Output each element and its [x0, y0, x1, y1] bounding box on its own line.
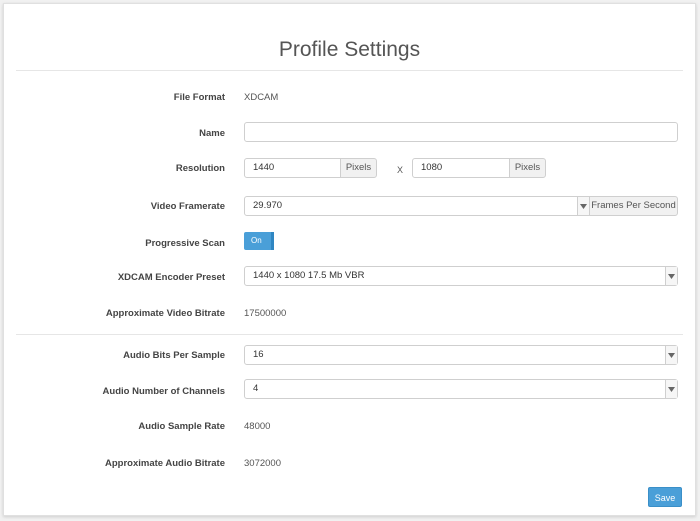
toggle-knob	[271, 232, 274, 250]
audio-channels-label: Audio Number of Channels	[102, 386, 225, 397]
save-button[interactable]: Save	[648, 487, 682, 507]
audio-bits-select[interactable]: 16	[244, 345, 678, 365]
file-format-label: File Format	[173, 92, 225, 103]
video-framerate-label: Video Framerate	[150, 201, 225, 212]
encoder-preset-select[interactable]: 1440 x 1080 17.5 Mb VBR	[244, 266, 678, 286]
name-input[interactable]	[244, 122, 678, 142]
title-divider	[16, 70, 683, 71]
name-label: Name	[199, 128, 225, 139]
audio-bitrate-value: 3072000	[244, 458, 281, 469]
profile-settings-panel: Profile Settings File Format XDCAM Name …	[3, 3, 696, 516]
audio-channels-value: 4	[253, 383, 259, 394]
audio-sample-rate-label: Audio Sample Rate	[138, 421, 225, 432]
chevron-down-icon	[665, 346, 677, 364]
resolution-width-input[interactable]: 1440	[244, 158, 341, 178]
video-framerate-value: 29.970	[253, 200, 283, 211]
video-bitrate-value: 17500000	[244, 308, 287, 319]
audio-bits-label: Audio Bits Per Sample	[123, 350, 225, 361]
progressive-scan-toggle[interactable]: On	[244, 232, 274, 250]
chevron-down-icon	[665, 267, 677, 285]
audio-sample-rate-value: 48000	[244, 421, 271, 432]
toggle-state: On	[251, 236, 262, 245]
chevron-down-icon	[665, 380, 677, 398]
video-bitrate-label: Approximate Video Bitrate	[105, 308, 225, 319]
encoder-preset-value: 1440 x 1080 17.5 Mb VBR	[253, 270, 365, 281]
resolution-separator: X	[397, 165, 404, 175]
file-format-value: XDCAM	[244, 92, 279, 103]
section-divider	[16, 334, 683, 335]
audio-bits-value: 16	[253, 349, 264, 360]
resolution-height-unit: Pixels	[509, 158, 546, 178]
video-framerate-select[interactable]: 29.970	[244, 196, 590, 216]
encoder-preset-label: XDCAM Encoder Preset	[117, 272, 225, 283]
page-title: Profile Settings	[278, 38, 421, 61]
chevron-down-icon	[577, 197, 589, 215]
video-framerate-unit: Frames Per Second	[589, 196, 678, 216]
resolution-label: Resolution	[175, 163, 225, 174]
progressive-scan-label: Progressive Scan	[145, 238, 225, 249]
audio-channels-select[interactable]: 4	[244, 379, 678, 399]
audio-bitrate-label: Approximate Audio Bitrate	[105, 458, 225, 469]
resolution-width-unit: Pixels	[340, 158, 377, 178]
resolution-height-input[interactable]: 1080	[412, 158, 510, 178]
